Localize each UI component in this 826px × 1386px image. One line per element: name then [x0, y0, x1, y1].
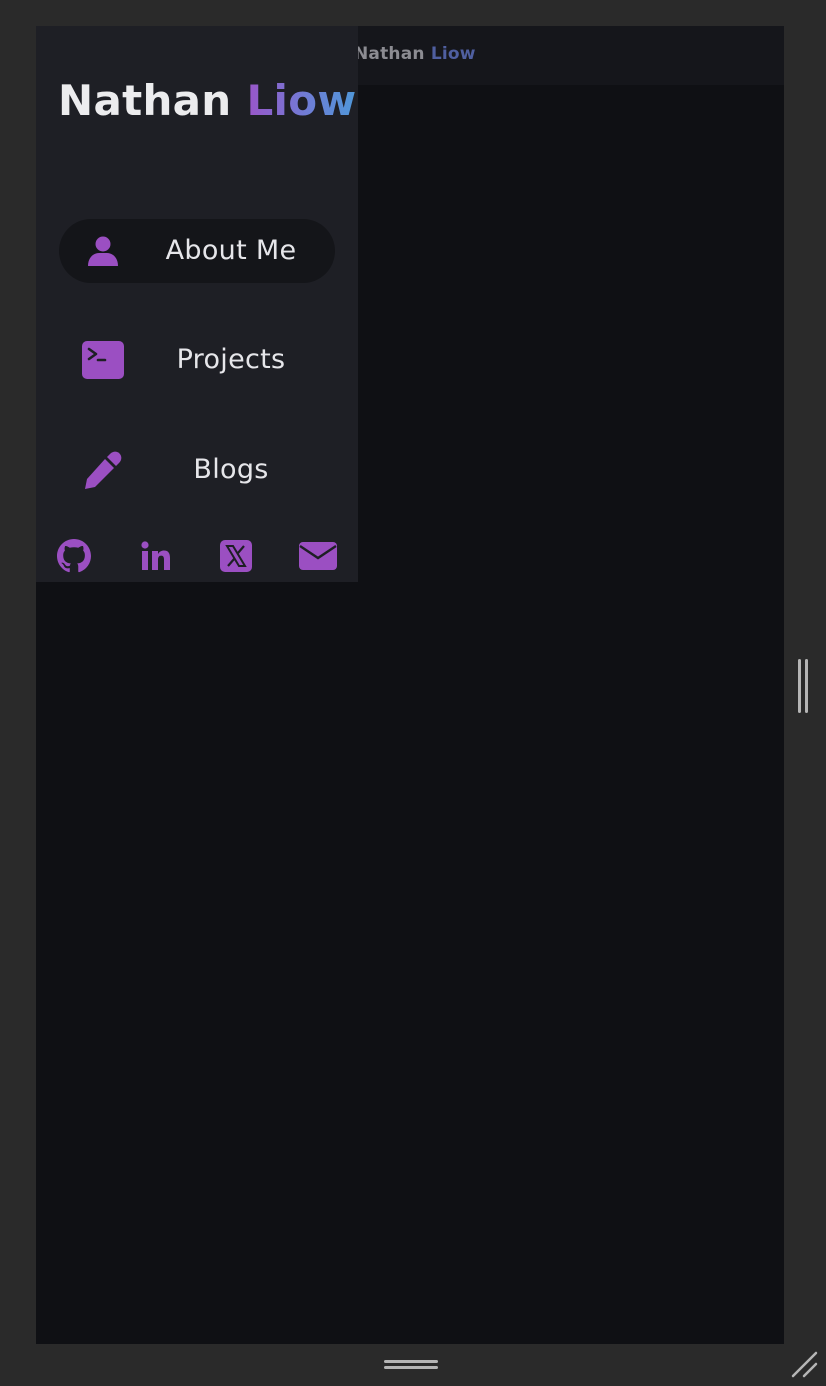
nav-item-projects[interactable]: Projects	[59, 328, 335, 392]
vertical-resize-handle[interactable]	[798, 659, 810, 713]
linkedin-icon[interactable]	[136, 538, 176, 574]
nav-item-about-me[interactable]: About Me	[59, 219, 335, 283]
brand-last-name: Liow	[246, 76, 357, 125]
corner-resize-handle[interactable]	[790, 1350, 820, 1380]
user-icon	[81, 231, 125, 271]
horizontal-resize-handle[interactable]	[384, 1358, 438, 1372]
x-twitter-icon[interactable]	[216, 538, 256, 574]
nav-item-blogs[interactable]: Blogs	[59, 438, 335, 502]
brand-title[interactable]: Nathan Liow	[58, 76, 356, 125]
pencil-icon	[81, 450, 125, 490]
navigation-drawer: Nathan Liow About Me Projects Blogs	[36, 26, 358, 582]
header-title[interactable]: Nathan Liow	[354, 44, 476, 64]
github-icon[interactable]	[54, 538, 94, 574]
nav-label-blogs: Blogs	[193, 454, 269, 485]
nav-label-about-me: About Me	[165, 235, 297, 266]
header-title-last: Liow	[430, 44, 476, 64]
nav-label-projects: Projects	[176, 344, 286, 375]
brand-first-name: Nathan	[58, 76, 232, 125]
app-viewport: Nathan Liow Nathan Liow About Me Project…	[36, 26, 784, 1344]
header-title-first: Nathan	[354, 44, 425, 64]
terminal-icon	[81, 340, 125, 380]
social-links	[36, 534, 358, 578]
envelope-icon[interactable]	[298, 538, 338, 574]
